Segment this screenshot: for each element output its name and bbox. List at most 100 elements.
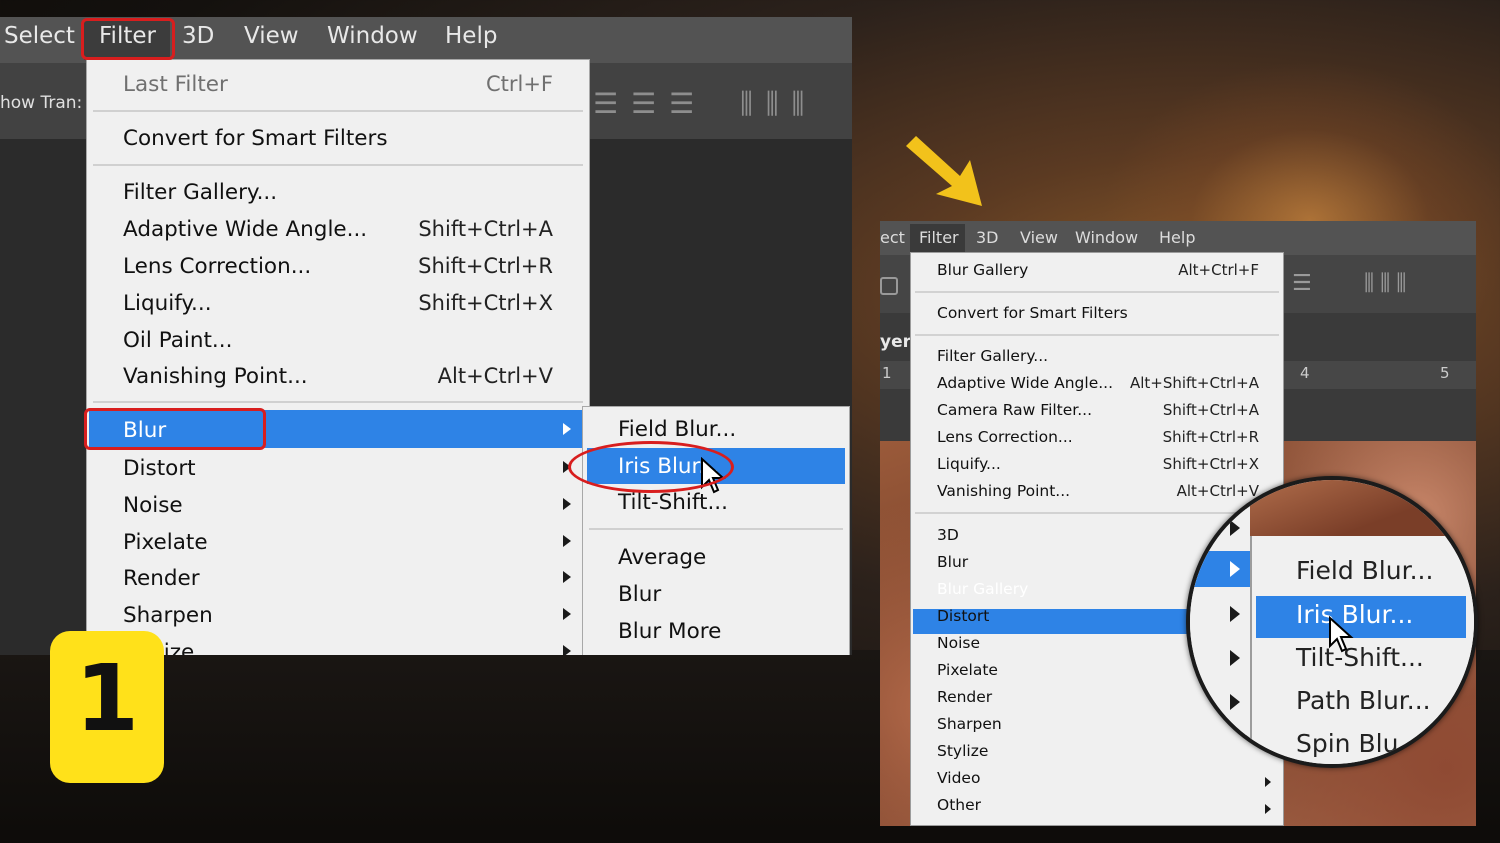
menu-item-lens-correction[interactable]: Lens Correction... [937, 428, 1073, 446]
shortcut-lens-correction: Shift+Ctrl+R [418, 254, 553, 278]
align-icons[interactable]: ☰ [1292, 271, 1312, 296]
layer-panel-text: yer [880, 332, 911, 352]
shortcut-adaptive-wide-angle: Shift+Ctrl+A [418, 217, 553, 241]
menu-item-adaptive-wide-angle[interactable]: Adaptive Wide Angle... [937, 374, 1113, 392]
menu-separator [93, 401, 583, 403]
menu-item-oil-paint[interactable]: Oil Paint... [123, 328, 232, 353]
shortcut-last-filter: Ctrl+F [485, 72, 553, 96]
menu-separator [589, 528, 843, 530]
menu-item-last-filter[interactable]: Blur Gallery [937, 261, 1028, 279]
menu-item-last-filter[interactable]: Last Filter [123, 72, 228, 97]
menu-view[interactable]: View [1020, 228, 1058, 247]
submenu-arrow-icon [563, 571, 571, 583]
annotation-blur-box [84, 408, 266, 450]
menu-select[interactable]: Select [4, 23, 75, 49]
menu-item-blur-gallery[interactable]: Blur Gallery [937, 580, 1028, 598]
menu-item-render[interactable]: Render [937, 688, 992, 706]
menu-item-sharpen[interactable]: Sharpen [937, 715, 1002, 733]
shortcut-adaptive-wide-angle: Alt+Shift+Ctrl+A [1129, 374, 1259, 392]
submenu-item-blur[interactable]: Blur [618, 582, 661, 607]
menu-item-vanishing-point[interactable]: Vanishing Point... [937, 482, 1070, 500]
menu-item-noise[interactable]: Noise [937, 634, 980, 652]
menu-item-convert-smart-filters[interactable]: Convert for Smart Filters [123, 126, 388, 151]
menu-item-filter-gallery[interactable]: Filter Gallery... [123, 180, 277, 205]
step-number-badge: 1 [50, 631, 164, 783]
menu-item-pixelate[interactable]: Pixelate [937, 661, 998, 679]
menu-separator [93, 164, 583, 166]
filter-menu: Last Filter Ctrl+F Convert for Smart Fil… [86, 59, 590, 655]
submenu-arrow-icon [1230, 694, 1240, 710]
submenu-arrow-icon [563, 608, 571, 620]
submenu-item-field-blur[interactable]: Field Blur... [618, 417, 736, 442]
menu-item-vanishing-point[interactable]: Vanishing Point... [123, 364, 308, 389]
annotation-filter-box [81, 18, 175, 60]
menu-separator [915, 291, 1279, 293]
step-number: 1 [74, 645, 139, 752]
distribute-icons[interactable]: ⫼ ⫼ ⫼ [740, 87, 806, 121]
magnifier-zoom-circle: Field Blur... Iris Blur... Tilt-Shift...… [1186, 476, 1478, 768]
menu-3d[interactable]: 3D [976, 228, 999, 247]
menu-item-other[interactable]: Other [937, 796, 981, 814]
yellow-arrow-icon [906, 136, 982, 206]
menu-item-adaptive-wide-angle[interactable]: Adaptive Wide Angle... [123, 217, 367, 242]
ruler-mark: 5 [1440, 364, 1450, 382]
menu-separator [93, 110, 583, 112]
menu-item-filter-gallery[interactable]: Filter Gallery... [937, 347, 1048, 365]
menu-item-liquify[interactable]: Liquify... [123, 291, 212, 316]
shortcut-liquify: Shift+Ctrl+X [418, 291, 553, 315]
align-icons[interactable]: ☰ ☰ ☰ [593, 87, 696, 120]
menu-item-camera-raw[interactable]: Camera Raw Filter... [937, 401, 1092, 419]
annotation-iris-blur-circle [568, 441, 734, 493]
menu-filter[interactable]: Filter [919, 228, 959, 247]
submenu-arrow-icon [1265, 804, 1271, 814]
submenu-arrow-icon [563, 535, 571, 547]
checkbox-icon[interactable] [880, 277, 898, 295]
menu-item-render[interactable]: Render [123, 566, 200, 591]
menu-help[interactable]: Help [1159, 228, 1195, 247]
menu-3d[interactable]: 3D [182, 23, 214, 49]
submenu-item-iris-blur[interactable]: Iris Blur... [1296, 600, 1413, 629]
shortcut-lens-correction: Shift+Ctrl+R [1162, 428, 1259, 446]
menu-item-noise[interactable]: Noise [123, 493, 183, 518]
left-screenshot: Select Filter 3D View Window Help how Tr… [0, 17, 852, 655]
magnified-photo [1250, 480, 1474, 540]
menu-item-lens-correction[interactable]: Lens Correction... [123, 254, 311, 279]
menu-bar: ect Filter 3D View Window Help [880, 221, 1476, 255]
submenu-arrow-icon [1230, 650, 1240, 666]
menu-item-distort[interactable]: Distort [123, 456, 196, 481]
shortcut-liquify: Shift+Ctrl+X [1162, 455, 1259, 473]
submenu-item-blur-more[interactable]: Blur More [618, 619, 721, 644]
submenu-item-tilt-shift[interactable]: Tilt-Shift... [1296, 643, 1424, 672]
submenu-arrow-icon [563, 423, 571, 435]
menu-item-liquify[interactable]: Liquify... [937, 455, 1001, 473]
menu-item-blur[interactable]: Blur [937, 553, 968, 571]
submenu-item-spin-blur[interactable]: Spin Blu [1296, 729, 1398, 758]
menu-item-stylize[interactable]: Stylize [937, 742, 988, 760]
menu-item-convert-smart-filters[interactable]: Convert for Smart Filters [937, 304, 1128, 322]
ruler-mark: 1 [882, 364, 892, 382]
shortcut-vanishing-point: Alt+Ctrl+V [437, 364, 553, 388]
submenu-item-field-blur[interactable]: Field Blur... [1296, 556, 1433, 585]
distribute-icons[interactable]: ⫼⫼⫼ [1364, 271, 1412, 296]
menu-window[interactable]: Window [327, 23, 418, 49]
submenu-arrow-icon [1265, 777, 1271, 787]
submenu-arrow-icon [1230, 561, 1240, 577]
menu-item-3d[interactable]: 3D [937, 526, 959, 544]
menu-item-pixelate[interactable]: Pixelate [123, 530, 208, 555]
submenu-arrow-icon [1230, 520, 1240, 536]
menu-help[interactable]: Help [445, 23, 497, 49]
submenu-item-path-blur[interactable]: Path Blur... [1296, 686, 1431, 715]
show-transform-label[interactable]: how Tran: [0, 93, 82, 113]
menu-view[interactable]: View [244, 23, 299, 49]
menu-item-video[interactable]: Video [937, 769, 980, 787]
menu-select[interactable]: ect [880, 228, 905, 247]
menu-item-sharpen[interactable]: Sharpen [123, 603, 213, 628]
menu-window[interactable]: Window [1075, 228, 1138, 247]
ruler-mark: 4 [1300, 364, 1310, 382]
menu-item-distort[interactable]: Distort [937, 607, 989, 625]
shortcut-last-filter: Alt+Ctrl+F [1178, 261, 1259, 279]
submenu-item-average[interactable]: Average [618, 545, 706, 570]
menu-separator [915, 334, 1279, 336]
mouse-cursor-icon [1329, 616, 1354, 653]
submenu-arrow-icon [563, 645, 571, 655]
